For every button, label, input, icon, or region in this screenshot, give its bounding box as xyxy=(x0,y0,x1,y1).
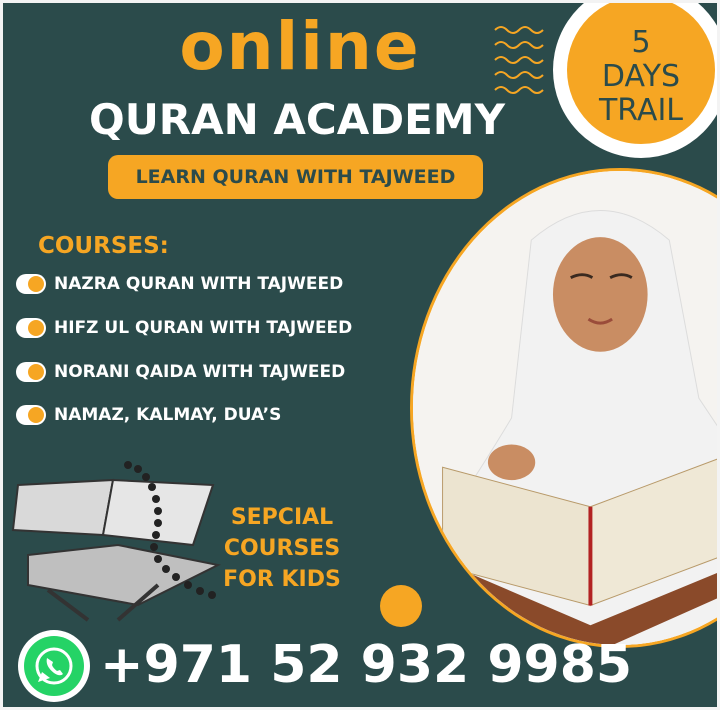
course-label: NORANI QAIDA WITH TAJWEED xyxy=(54,362,346,382)
whatsapp-icon-bg xyxy=(24,636,84,696)
title-online: ONLINE xyxy=(179,8,421,85)
badge-number: 5 xyxy=(631,25,651,60)
special-line-3: FOR KIDS xyxy=(223,567,341,592)
toggle-bullet-icon xyxy=(16,318,46,338)
decorative-dot xyxy=(380,585,422,627)
special-line-2: COURSES xyxy=(223,536,341,561)
course-item: NAZRA QURAN WITH TAJWEED xyxy=(16,269,343,299)
course-item: NORANI QAIDA WITH TAJWEED xyxy=(16,357,345,387)
poster: ONLINE QURAN ACADEMY LEARN QURAN WITH TA… xyxy=(0,0,720,710)
whatsapp-icon[interactable] xyxy=(18,630,90,702)
course-label: NAMAZ, KALMAY, DUA’S xyxy=(54,405,282,425)
badge-days: DAYS xyxy=(601,59,681,94)
title-academy: QURAN ACADEMY xyxy=(88,95,506,144)
course-label: NAZRA QURAN WITH TAJWEED xyxy=(54,274,344,294)
special-courses-text: SEPCIAL COURSES FOR KIDS xyxy=(212,502,352,595)
child-reading-photo xyxy=(410,168,720,648)
phone-handset-icon xyxy=(35,647,73,685)
course-label: HIFZ UL QURAN WITH TAJWEED xyxy=(54,318,353,338)
special-line-1: SEPCIAL xyxy=(230,505,334,530)
phone-number[interactable]: +971 52 932 9985 xyxy=(100,632,632,698)
child-reading-illustration xyxy=(413,171,720,645)
toggle-bullet-icon xyxy=(16,362,46,382)
courses-heading: COURSES: xyxy=(38,233,169,259)
trial-badge: 5 DAYS TRAIL xyxy=(553,0,720,158)
badge-trail: TRAIL xyxy=(598,93,684,128)
toggle-bullet-icon xyxy=(16,405,46,425)
quran-stand-illustration xyxy=(11,461,222,622)
course-item: HIFZ UL QURAN WITH TAJWEED xyxy=(16,313,352,343)
toggle-bullet-icon xyxy=(16,274,46,294)
course-item: NAMAZ, KALMAY, DUA’S xyxy=(16,400,281,430)
trial-badge-inner: 5 DAYS TRAIL xyxy=(567,0,715,144)
